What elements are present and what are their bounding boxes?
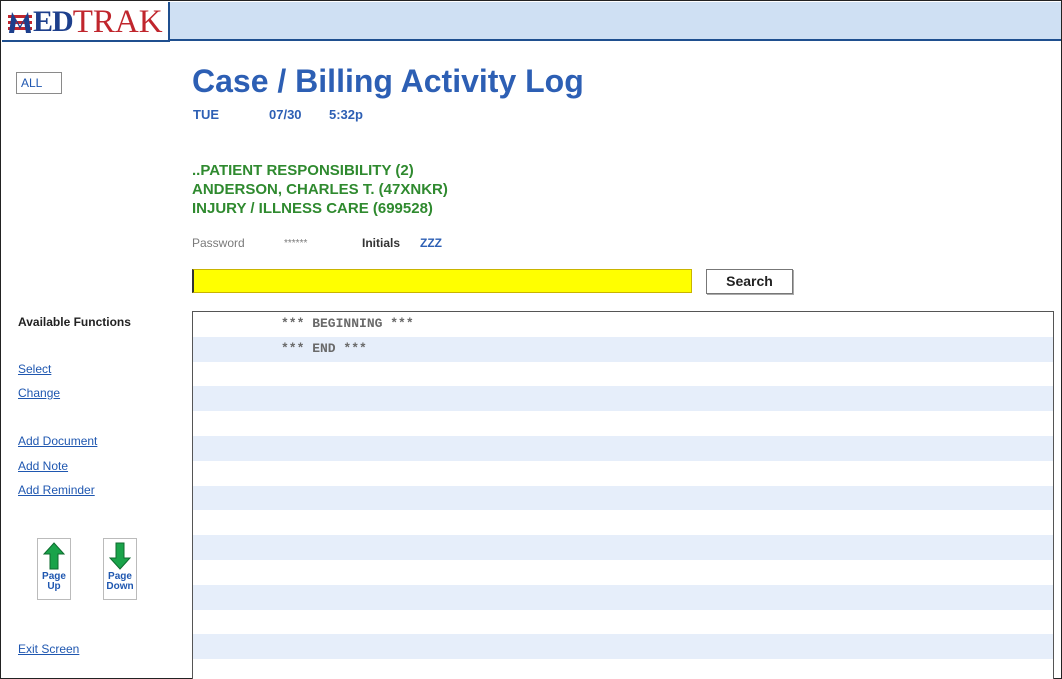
medtrak-logo: ED TRAK [8, 4, 163, 40]
day-label: TUE [193, 107, 219, 122]
log-row[interactable] [193, 460, 1053, 486]
log-row[interactable] [193, 361, 1053, 387]
app-window: ED TRAK ALL Case / Billing Activity Log T… [0, 0, 1062, 679]
log-row[interactable] [193, 485, 1053, 511]
log-row[interactable] [193, 609, 1053, 635]
log-row[interactable]: *** BEGINNING *** [193, 312, 1053, 337]
select-link[interactable]: Select [18, 362, 51, 376]
page-up-label: Page Up [42, 572, 66, 592]
initials-value: ZZZ [420, 236, 442, 250]
search-input[interactable] [192, 269, 692, 293]
page-title: Case / Billing Activity Log [192, 63, 584, 99]
add-reminder-link[interactable]: Add Reminder [18, 483, 95, 497]
page-down-label: Page Down [106, 572, 133, 592]
arrow-down-icon [109, 542, 131, 570]
add-document-link[interactable]: Add Document [18, 434, 97, 448]
password-value[interactable]: ****** [284, 238, 362, 249]
logo-name: TRAK [72, 3, 163, 40]
initials-label: Initials [362, 236, 401, 250]
activity-log[interactable]: *** BEGINNING *** *** END *** [192, 311, 1054, 679]
log-row[interactable] [193, 435, 1053, 461]
date-label: 07/30 [269, 107, 302, 122]
exit-screen-link[interactable]: Exit Screen [18, 642, 79, 656]
case-patient: ANDERSON, CHARLES T. (47XNKR) [192, 181, 448, 198]
page-up-label-line2: Up [47, 581, 61, 592]
log-row[interactable] [193, 510, 1053, 536]
log-row[interactable] [193, 584, 1053, 610]
log-row[interactable] [193, 535, 1053, 560]
change-link[interactable]: Change [18, 386, 60, 400]
arrow-up-icon [43, 542, 65, 570]
available-functions-heading: Available Functions [18, 315, 131, 329]
password-label: Password [192, 236, 245, 250]
add-note-link[interactable]: Add Note [18, 459, 68, 473]
log-row[interactable] [193, 634, 1053, 660]
all-filter-button[interactable]: ALL [16, 72, 62, 94]
auth-row: Password ****** Initials ZZZ [192, 236, 442, 250]
log-row[interactable]: *** END *** [193, 336, 1053, 362]
log-row[interactable] [193, 411, 1053, 436]
log-row[interactable] [193, 559, 1053, 585]
log-row[interactable] [193, 659, 1053, 679]
page-up-button[interactable]: Page Up [37, 538, 71, 600]
logo-prefix: ED [33, 5, 74, 38]
case-responsibility: ..PATIENT RESPONSIBILITY (2) [192, 162, 414, 179]
search-button[interactable]: Search [706, 269, 793, 294]
time-label: 5:32p [329, 107, 363, 122]
header-underline [170, 39, 1061, 41]
flag-m-icon [8, 12, 32, 33]
logo-area: ED TRAK [2, 2, 170, 42]
log-row[interactable] [193, 386, 1053, 412]
page-down-button[interactable]: Page Down [103, 538, 137, 600]
case-type: INJURY / ILLNESS CARE (699528) [192, 200, 433, 217]
case-info: ..PATIENT RESPONSIBILITY (2) ANDERSON, C… [192, 161, 448, 218]
page-down-label-line2: Down [106, 581, 134, 592]
date-time-row: TUE 07/30 5:32p [193, 107, 363, 122]
